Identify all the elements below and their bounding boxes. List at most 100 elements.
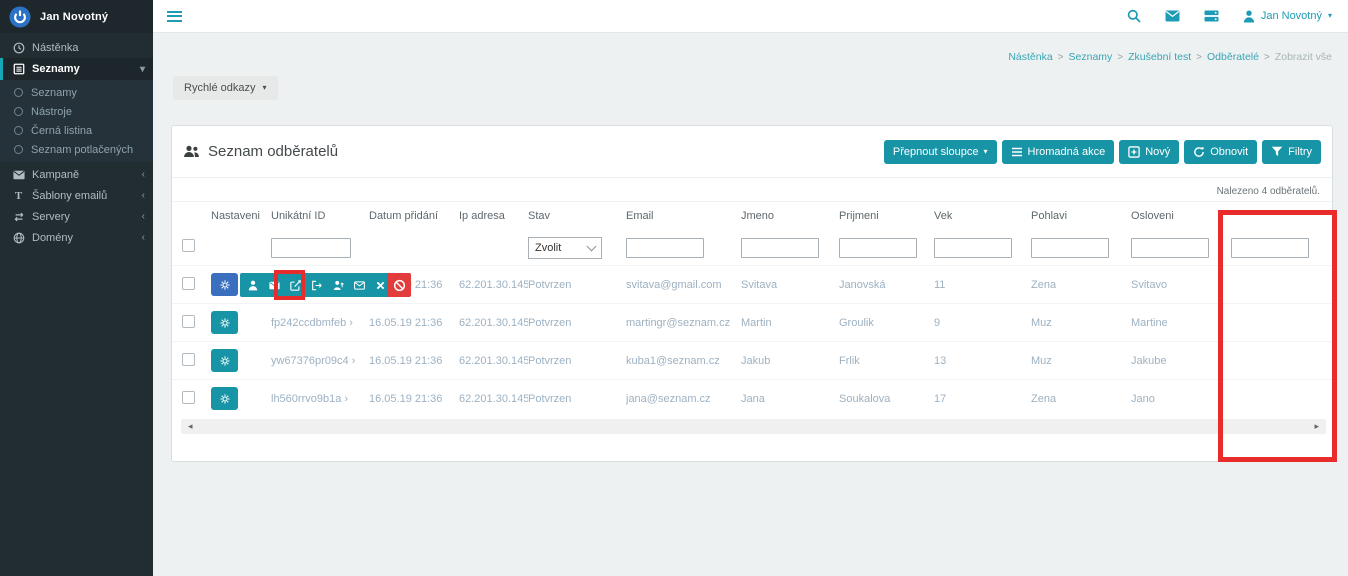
sidebar-item-label: Domény (32, 232, 73, 244)
sidebar-item-label: Seznamy (32, 63, 80, 75)
filter-stav-select[interactable]: Zvolit (528, 237, 602, 259)
row-settings-button[interactable] (211, 311, 238, 334)
row-settings-button[interactable] (211, 387, 238, 410)
user-arrow-icon[interactable] (333, 280, 344, 291)
submenu-item-nastroje[interactable]: Nástroje (0, 102, 153, 121)
horizontal-scrollbar[interactable]: ◂ ▸ (181, 419, 1326, 434)
row-checkbox[interactable] (182, 315, 195, 328)
submenu-item-label: Černá listina (31, 125, 92, 137)
row-settings-button[interactable] (211, 273, 238, 296)
sidebar-item-seznamy[interactable]: Seznamy ▾ (0, 58, 153, 80)
filter-vek-input[interactable] (934, 238, 1012, 258)
chevron-down-icon (587, 241, 597, 251)
breadcrumb-link[interactable]: Zkušební test (1128, 51, 1191, 63)
row-uid[interactable]: lh560rrvo9b1a › (271, 393, 369, 405)
column-header-vek[interactable]: Vek (934, 210, 1031, 222)
column-header-pohlavi[interactable]: Pohlavi (1031, 210, 1131, 222)
column-header-datum-pridani[interactable]: Datum přidání (369, 210, 459, 222)
sidebar-item-sablony-emailu[interactable]: T Šablony emailů ‹ (0, 185, 153, 206)
column-header-unikatni-id[interactable]: Unikátní ID (271, 210, 369, 222)
ban-button[interactable] (387, 273, 411, 297)
submenu-item-seznamy[interactable]: Seznamy (0, 83, 153, 102)
sidebar-nav: Nástěnka Seznamy ▾ Seznamy Nástroje Čern… (0, 33, 153, 248)
caret-down-icon: ▾ (1328, 12, 1332, 20)
row-action-toolbar (240, 273, 393, 297)
row-checkbox[interactable] (182, 277, 195, 290)
refresh-button[interactable]: Obnovit (1184, 140, 1257, 164)
toggle-columns-button[interactable]: Přepnout sloupce ▾ (884, 140, 997, 164)
filter-unikatni-id-input[interactable] (271, 238, 351, 258)
refresh-label: Obnovit (1210, 146, 1248, 158)
chevron-left-icon: ‹ (142, 190, 145, 201)
row-prijmeni: Soukalova (839, 393, 934, 405)
column-header-ip-adresa[interactable]: Ip adresa (459, 210, 528, 222)
row-prijmeni: Frlik (839, 355, 934, 367)
text-icon: T (12, 190, 25, 202)
close-icon[interactable] (376, 281, 385, 290)
filter-osloveni-input[interactable] (1131, 238, 1209, 258)
submenu-item-label: Seznamy (31, 87, 77, 99)
filter-email-input[interactable] (626, 238, 704, 258)
topbar-actions: Jan Novotný ▾ (1127, 9, 1348, 23)
scroll-left-icon[interactable]: ◂ (188, 419, 193, 434)
bulk-action-button[interactable]: Hromadná akce (1002, 140, 1115, 164)
chevron-left-icon: ‹ (142, 211, 145, 222)
submenu-item-label: Nástroje (31, 106, 72, 118)
row-settings-button[interactable] (211, 349, 238, 372)
row-uid[interactable]: yw67376pr09c4 › (271, 355, 369, 367)
new-button[interactable]: Nový (1119, 140, 1179, 164)
app-logo[interactable]: Jan Novotný (0, 0, 153, 33)
breadcrumb-link[interactable]: Nástěnka (1008, 51, 1052, 63)
scroll-right-icon[interactable]: ▸ (1314, 419, 1319, 434)
row-ip: 62.201.30.145 (459, 317, 528, 329)
chevron-left-icon: ‹ (142, 232, 145, 243)
row-pohlavi: Muz (1031, 317, 1131, 329)
menu-toggle-icon[interactable] (167, 11, 182, 22)
filter-extra-input[interactable] (1231, 238, 1309, 258)
row-stav: Potvrzen (528, 279, 626, 291)
search-icon[interactable] (1127, 9, 1141, 23)
sidebar-item-label: Šablony emailů (32, 190, 107, 202)
select-all-checkbox[interactable] (182, 239, 195, 252)
row-stav: Potvrzen (528, 355, 626, 367)
row-checkbox[interactable] (182, 391, 195, 404)
column-header-prijmeni[interactable]: Prijmeni (839, 210, 934, 222)
quick-links-button[interactable]: Rychlé odkazy ▾ (173, 76, 278, 100)
edit-icon[interactable] (290, 280, 301, 291)
row-checkbox[interactable] (182, 353, 195, 366)
row-osloveni: Jano (1131, 393, 1231, 405)
row-uid[interactable]: fp242ccdbmfeb › (271, 317, 369, 329)
column-header-nastaveni[interactable]: Nastaveni (211, 210, 271, 222)
column-header-stav[interactable]: Stav (528, 210, 626, 222)
submenu-item-seznam-potlacenych[interactable]: Seznam potlačených (0, 140, 153, 159)
sidebar-item-kampane[interactable]: Kampaně ‹ (0, 164, 153, 185)
users-icon (183, 145, 200, 158)
breadcrumb-link[interactable]: Odběratelé (1207, 51, 1259, 63)
filter-prijmeni-input[interactable] (839, 238, 917, 258)
sidebar-item-domeny[interactable]: Domény ‹ (0, 227, 153, 248)
column-header-jmeno[interactable]: Jmeno (741, 210, 839, 222)
sidebar-item-nastenka[interactable]: Nástěnka (0, 37, 153, 58)
server-icon[interactable] (1204, 10, 1219, 22)
filters-button[interactable]: Filtry (1262, 140, 1321, 164)
row-prijmeni: Groulik (839, 317, 934, 329)
user-menu[interactable]: Jan Novotný ▾ (1243, 10, 1332, 23)
filter-pohlavi-input[interactable] (1031, 238, 1109, 258)
mail-icon[interactable] (1165, 10, 1180, 22)
mail-open-icon[interactable] (354, 281, 365, 290)
column-header-osloveni[interactable]: Osloveni (1131, 210, 1231, 222)
mail-icon[interactable] (269, 281, 280, 290)
signout-icon[interactable] (311, 280, 322, 291)
user-icon[interactable] (248, 280, 258, 291)
list-icon (12, 63, 25, 75)
filter-jmeno-input[interactable] (741, 238, 819, 258)
row-osloveni: Jakube (1131, 355, 1231, 367)
breadcrumb-link[interactable]: Seznamy (1069, 51, 1113, 63)
row-jmeno: Jana (741, 393, 839, 405)
breadcrumb-separator: > (1264, 52, 1270, 63)
row-jmeno: Svitava (741, 279, 839, 291)
submenu-item-cerna-listina[interactable]: Černá listina (0, 121, 153, 140)
row-vek: 11 (934, 279, 1031, 291)
sidebar-item-servery[interactable]: Servery ‹ (0, 206, 153, 227)
column-header-email[interactable]: Email (626, 210, 741, 222)
